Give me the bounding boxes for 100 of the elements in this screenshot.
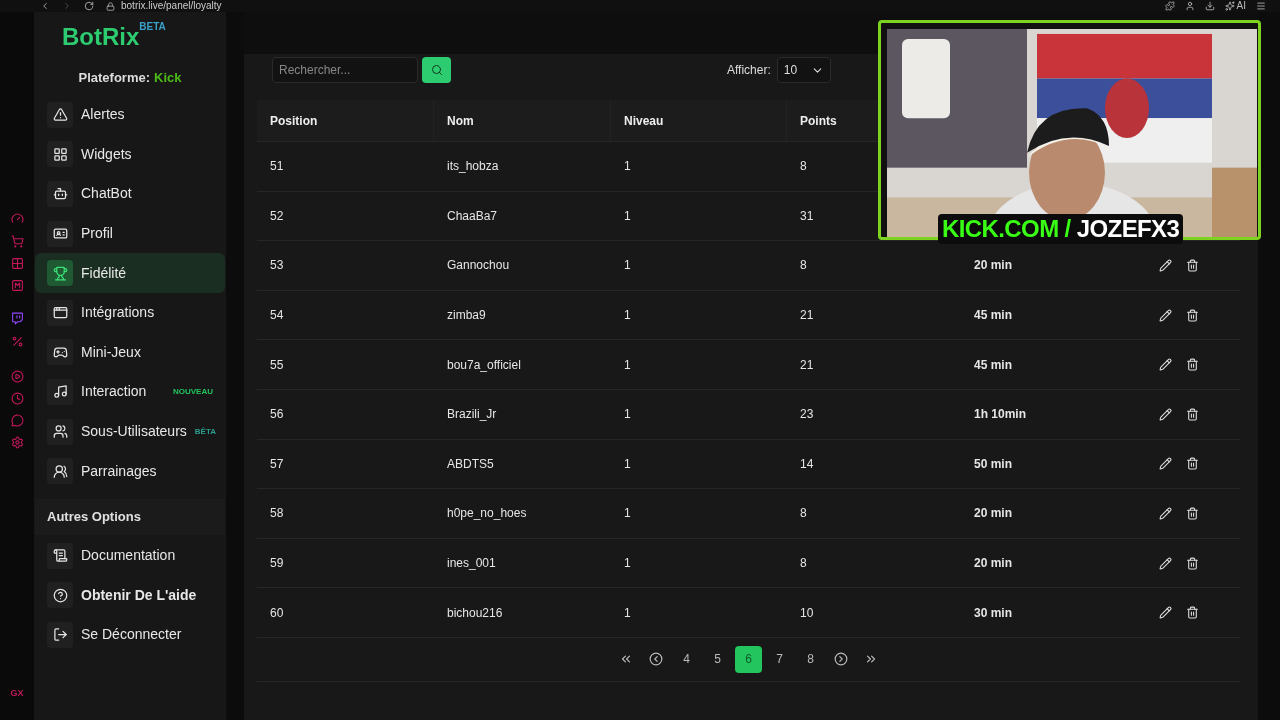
- next-page-icon[interactable]: [834, 652, 848, 667]
- sidebar-item[interactable]: Se Déconnecter: [35, 615, 225, 655]
- sidebar-label: Alertes: [81, 105, 125, 125]
- sidebar-label: Interaction: [81, 382, 147, 402]
- delete-icon[interactable]: [1186, 259, 1199, 272]
- table-cell-text: 8: [800, 505, 807, 523]
- clock-icon[interactable]: [10, 392, 24, 405]
- sidebar-item[interactable]: Profil: [35, 213, 225, 254]
- delete-icon[interactable]: [1186, 457, 1199, 471]
- sidebar-item[interactable]: Interaction NOUVEAU: [35, 372, 225, 412]
- sidebar-label: Profil: [81, 224, 113, 244]
- show-label: Afficher:: [727, 62, 771, 79]
- edit-icon[interactable]: [1159, 308, 1172, 322]
- table-cell-text: 52: [270, 207, 284, 225]
- chat-icon[interactable]: [10, 414, 24, 427]
- sidebar-item[interactable]: Documentation: [35, 535, 225, 576]
- grid-icon[interactable]: [10, 257, 24, 270]
- menu-icon[interactable]: [1256, 1, 1266, 11]
- table-cell-text: 30 min: [974, 604, 1012, 622]
- column-header: Position: [270, 112, 318, 130]
- table-cell-text: 1: [624, 555, 631, 573]
- sidebar-label: Widgets: [81, 144, 132, 164]
- table-cell-text: 8: [800, 158, 807, 176]
- column-header: Niveau: [624, 112, 664, 130]
- grid-icon: [52, 146, 68, 162]
- back-icon[interactable]: [40, 1, 50, 11]
- sidebar-item[interactable]: Mini-Jeux: [35, 332, 225, 373]
- settings-icon[interactable]: [10, 436, 24, 449]
- percent-icon[interactable]: [10, 335, 24, 348]
- cart-icon[interactable]: [10, 235, 24, 248]
- twitch-icon[interactable]: [10, 312, 24, 325]
- table-cell-text: Gannochou: [447, 257, 510, 275]
- play-icon[interactable]: [10, 370, 24, 383]
- table-cell-text: 59: [270, 555, 284, 573]
- delete-icon[interactable]: [1186, 407, 1199, 421]
- sidebar-item[interactable]: Obtenir De L'aide: [35, 575, 225, 616]
- table-cell-text: 20 min: [974, 257, 1012, 275]
- table-cell-text: 1h 10min: [974, 406, 1027, 424]
- gamepad-icon: [52, 344, 68, 360]
- warning-icon: [52, 107, 68, 123]
- sidebar-label: Parrainages: [81, 461, 157, 481]
- page-size-select[interactable]: 10: [776, 57, 831, 83]
- lock-icon: [106, 1, 115, 11]
- edit-icon[interactable]: [1159, 259, 1172, 272]
- table-cell-text: 21: [800, 356, 814, 374]
- previous-page-icon[interactable]: [649, 652, 663, 667]
- page-button[interactable]: 7: [766, 645, 793, 673]
- table-cell-text: 1: [624, 505, 631, 523]
- table-cell-text: 8: [800, 257, 807, 275]
- sidebar-item[interactable]: Alertes: [35, 95, 225, 135]
- table-cell-text: 57: [270, 455, 284, 473]
- edit-icon[interactable]: [1159, 556, 1172, 570]
- table-cell-text: h0pe_no_hoes: [447, 505, 527, 523]
- delete-icon[interactable]: [1186, 358, 1199, 372]
- table-cell-text: 23: [800, 406, 814, 424]
- page-button[interactable]: 8: [797, 645, 824, 673]
- id-card-icon: [52, 226, 68, 242]
- page-button[interactable]: 5: [704, 645, 731, 673]
- sidebar-item[interactable]: ChatBot: [35, 174, 225, 214]
- edit-icon[interactable]: [1159, 606, 1172, 620]
- delete-icon[interactable]: [1186, 606, 1199, 620]
- sidebar-label: ChatBot: [81, 184, 132, 204]
- sidebar-item[interactable]: Sous-Utilisateurs BÊTA: [35, 411, 225, 452]
- puzzle-icon[interactable]: [1164, 1, 1175, 11]
- search-field[interactable]: Rechercher...: [272, 57, 418, 83]
- gauge-icon[interactable]: [10, 212, 24, 225]
- edit-icon[interactable]: [1159, 506, 1172, 520]
- delete-icon[interactable]: [1186, 506, 1199, 520]
- sidebar-item[interactable]: Fidélité: [35, 253, 225, 293]
- download-icon[interactable]: [1204, 1, 1215, 11]
- sparkle-icon[interactable]: [1224, 1, 1235, 11]
- page-button[interactable]: 6: [735, 645, 762, 673]
- reload-icon[interactable]: [84, 1, 94, 11]
- column-header: Nom: [447, 112, 474, 130]
- table-cell-text: 8: [800, 555, 807, 573]
- sidebar-item[interactable]: Intégrations: [35, 292, 225, 333]
- table-cell-text: 54: [270, 307, 284, 325]
- section-header: Autres Options: [35, 498, 225, 535]
- sidebar-item[interactable]: Widgets: [35, 134, 225, 175]
- trophy-icon: [52, 265, 68, 281]
- table-cell-text: 10: [800, 604, 814, 622]
- ai-button[interactable]: AI: [1236, 1, 1246, 11]
- delete-icon[interactable]: [1186, 556, 1199, 570]
- table-cell-text: 1: [624, 307, 631, 325]
- music-note-icon: [52, 384, 68, 400]
- sidebar-label: Fidélité: [81, 263, 127, 283]
- sidebar-item[interactable]: Parrainages: [35, 451, 225, 491]
- profile-icon[interactable]: [1184, 1, 1195, 11]
- search-button[interactable]: [422, 57, 451, 83]
- delete-icon[interactable]: [1186, 308, 1199, 322]
- users-icon: [52, 424, 68, 440]
- table-cell-text: 60: [270, 604, 284, 622]
- edit-icon[interactable]: [1159, 407, 1172, 421]
- table-cell-text: 20 min: [974, 555, 1012, 573]
- edit-icon[interactable]: [1159, 457, 1172, 471]
- address-bar-url[interactable]: botrix.live/panel/loyalty: [121, 1, 222, 11]
- page-button[interactable]: 4: [673, 645, 700, 673]
- m-square-icon[interactable]: [10, 279, 24, 292]
- table-cell-text: bou7a_officiel: [447, 356, 521, 374]
- edit-icon[interactable]: [1159, 358, 1172, 372]
